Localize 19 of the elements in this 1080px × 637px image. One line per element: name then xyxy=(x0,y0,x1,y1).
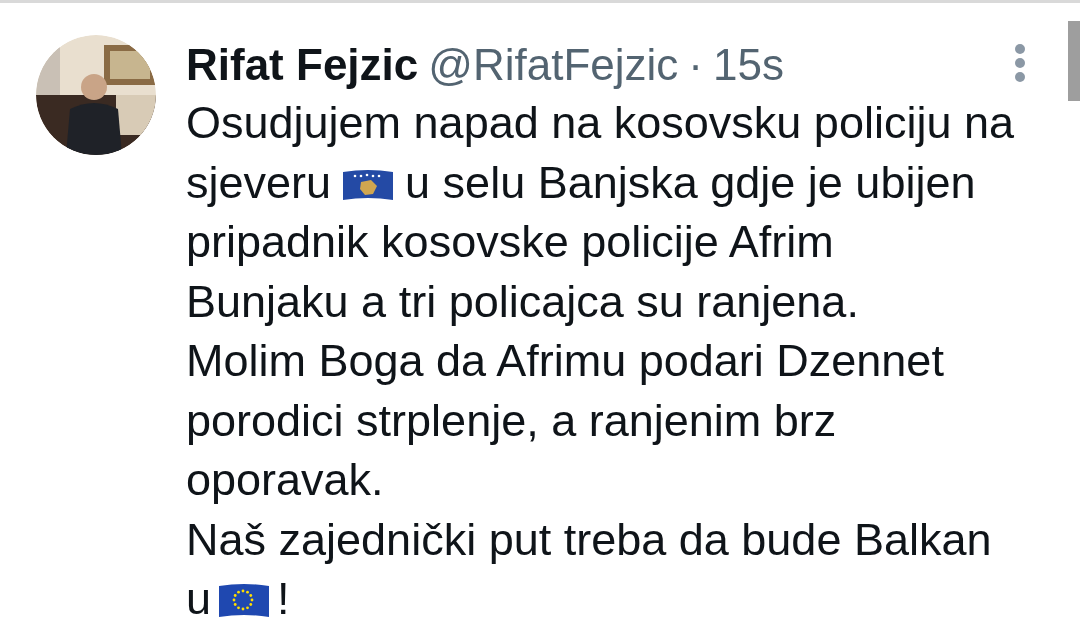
tweet-text: porodici strplenje, a ranjenim brz xyxy=(186,394,837,446)
tweet-text: Molim Boga da Afrimu podari Dzennet xyxy=(186,335,944,386)
tweet-text: u xyxy=(186,573,212,624)
tweet-text: Naš zajednički put treba da bude Balkan xyxy=(186,513,992,565)
scrollbar[interactable] xyxy=(1068,21,1080,101)
flag-icon xyxy=(217,582,272,620)
tweet-text: ! xyxy=(277,573,290,624)
tweet-text: sjeveru xyxy=(186,156,332,208)
more-options-icon[interactable] xyxy=(1014,43,1026,83)
tweet-text: oporavak. xyxy=(186,454,384,505)
tweet-text: Osudjujem napad na kosovsku policiju na xyxy=(186,97,1014,148)
separator-dot: · xyxy=(688,39,703,91)
author-name[interactable]: Rifat Fejzic xyxy=(186,39,419,91)
tweet-text: u selu Banjska gdje je ubijen xyxy=(405,156,976,208)
timestamp[interactable]: 15s xyxy=(713,39,784,91)
tweet-text: pripadnik kosovske policije Afrim xyxy=(186,216,834,267)
tweet-text: Bunjaku a tri policajca su ranjena. xyxy=(186,275,859,327)
flag-icon xyxy=(341,167,396,202)
author-handle[interactable]: @RifatFejzic xyxy=(428,39,679,91)
